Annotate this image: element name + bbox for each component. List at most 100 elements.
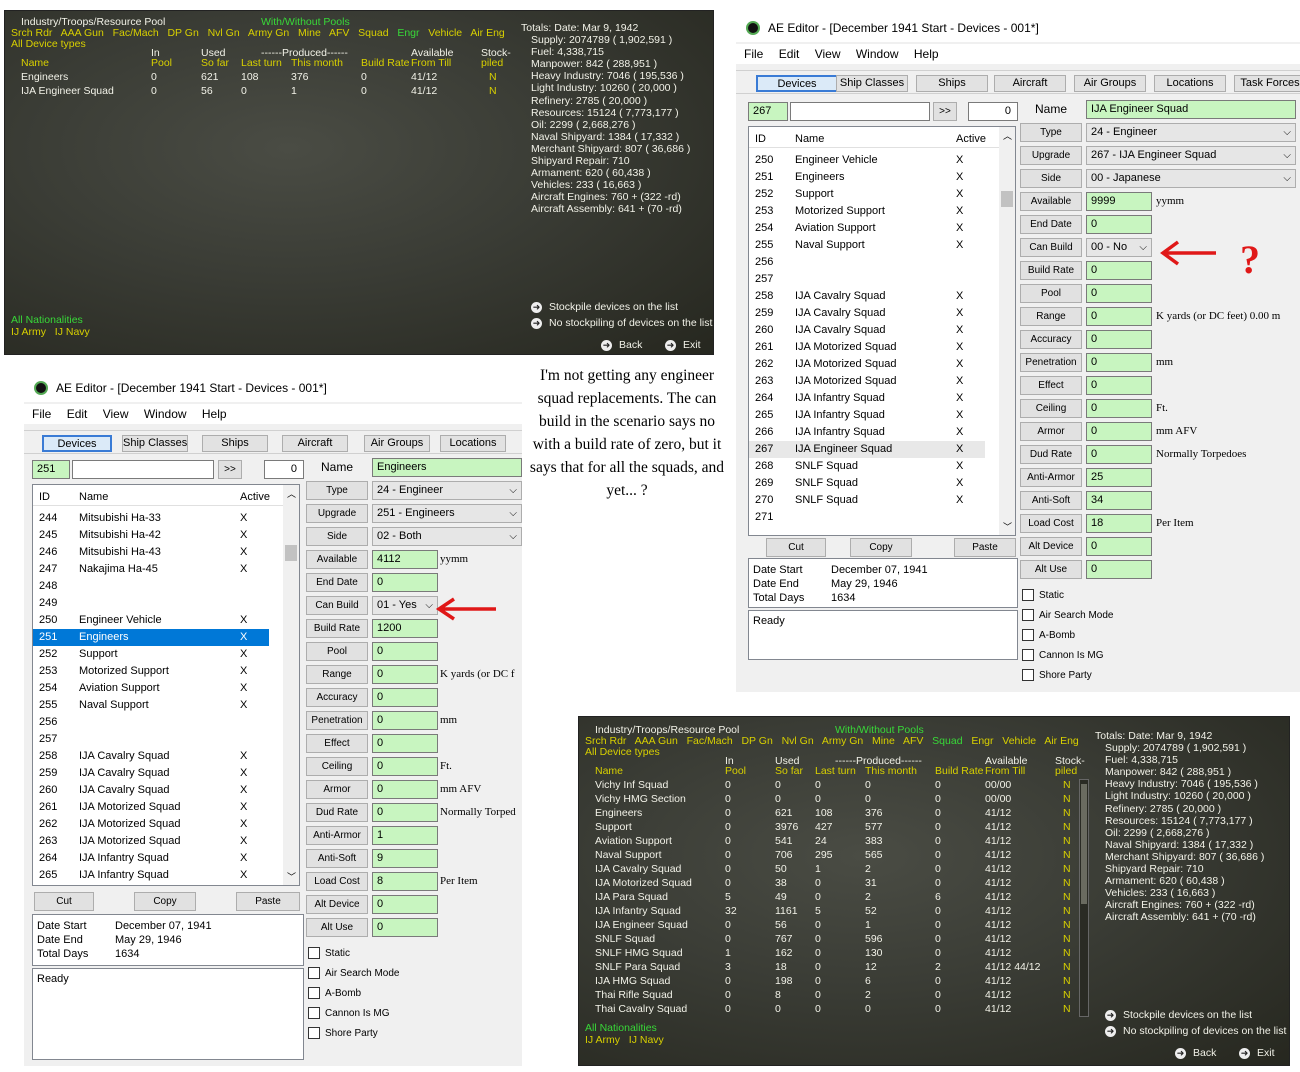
tab-devices[interactable]: Devices [756,75,838,92]
effect-field[interactable]: 0 [1086,376,1152,395]
cut-button[interactable]: Cut [766,538,826,557]
list-item[interactable]: 258 IJA Cavalry Squad X [749,288,985,305]
device-list[interactable]: ID Name Active 244 Mitsubishi Ha-33 X 245 Mits… [32,484,300,886]
table-row[interactable]: IJA HMG Squad 0 198 0 6 0 41/12 N [579,975,1089,989]
tab-locations[interactable]: Locations [1154,75,1226,92]
paste-button[interactable]: Paste [236,892,300,911]
checkbox-box[interactable] [1022,609,1034,622]
tab-air-groups[interactable]: Air Groups [364,435,430,452]
list-item[interactable]: 248 [33,578,269,595]
ceiling-field[interactable]: 0 [372,757,438,776]
list-item[interactable]: 263 IJA Motorized Squad X [749,373,985,390]
filter-army-gn[interactable]: Army Gn [248,27,289,39]
checkbox-box[interactable] [1022,649,1034,662]
goto-button[interactable]: >> [218,460,242,479]
col-header-sofar[interactable]: So far [775,765,803,777]
alt-device-field[interactable]: 0 [1086,537,1152,556]
filter-afv[interactable]: AFV [329,27,349,39]
anti-armor-field[interactable]: 25 [1086,468,1152,487]
range-field[interactable]: 0 [1086,307,1152,326]
tab-ships[interactable]: Ships [202,435,268,452]
list-item[interactable]: 244 Mitsubishi Ha-33 X [33,510,269,527]
checkbox-air-search-mode[interactable]: Air Search Mode [1022,609,1113,622]
accuracy-field[interactable]: 0 [1086,330,1152,349]
table-row[interactable]: IJA Engineer Squad 0 56 0 1 0 41/12 N [5,85,515,99]
menu-edit[interactable]: Edit [779,47,800,61]
load-cost-field[interactable]: 8 [372,872,438,891]
list-item[interactable]: 249 [33,595,269,612]
list-item[interactable]: 250 Engineer Vehicle X [33,612,269,629]
table-row[interactable]: IJA Motorized Squad 0 38 0 31 0 41/12 N [579,877,1089,891]
checkbox-box[interactable] [308,947,320,960]
list-item[interactable]: 252 Support X [749,186,985,203]
pool-field[interactable]: 0 [1086,284,1152,303]
dud-rate-field[interactable]: 0 [372,803,438,822]
end-date-field[interactable]: 0 [372,573,438,592]
list-item[interactable]: 246 Mitsubishi Ha-43 X [33,544,269,561]
list-item[interactable]: 265 IJA Infantry Squad X [749,407,985,424]
col-header-name[interactable]: Name [595,765,623,777]
chevron-up-icon[interactable]: ︿ [287,487,296,500]
list-item[interactable]: 262 IJA Motorized Squad X [749,356,985,373]
menu-view[interactable]: View [815,47,841,61]
anti-soft-field[interactable]: 9 [372,849,438,868]
filter-air-eng[interactable]: Air Eng [1044,735,1078,747]
checkbox-static[interactable]: Static [308,947,350,960]
filter-mine[interactable]: Mine [298,27,321,39]
filter-fac-mach[interactable]: Fac/Mach [113,27,159,39]
penetration-field[interactable]: 0 [372,711,438,730]
copy-button[interactable]: Copy [134,892,196,911]
list-item[interactable]: 264 IJA Infantry Squad X [749,390,985,407]
opt-no-stockpile[interactable]: ➜ No stockpiling of devices on the list [1105,1025,1286,1037]
list-scrollbar[interactable]: ︿ ﹀ [999,127,1015,535]
exit-button[interactable]: ➜ Exit [1239,1047,1275,1059]
list-item[interactable]: 266 IJA Infantry Squad X [749,424,985,441]
cut-button[interactable]: Cut [34,892,94,911]
nat-army[interactable]: IJ Army [585,1034,620,1046]
list-item[interactable]: 267 IJA Engineer Squad X [749,441,985,458]
filter-mine[interactable]: Mine [872,735,895,747]
checkbox-box[interactable] [1022,669,1034,682]
list-item[interactable]: 270 SNLF Squad X [749,492,985,509]
back-button[interactable]: ➜ Back [601,339,642,351]
list-item[interactable]: 255 Naval Support X [749,237,985,254]
type-field[interactable]: 24 - Engineer ⌵ [372,481,522,500]
filter-fac-mach[interactable]: Fac/Mach [687,735,733,747]
all-device-types[interactable]: All Device types [585,746,660,758]
load-cost-field[interactable]: 18 [1086,514,1152,533]
table-row[interactable]: IJA Cavalry Squad 0 50 1 2 0 41/12 N [579,863,1089,877]
list-item[interactable]: 252 Support X [33,646,269,663]
menu-window[interactable]: Window [856,47,899,61]
table-row[interactable]: Thai Cavalry Squad 0 0 0 0 0 41/12 N [579,1003,1089,1017]
chevron-down-icon[interactable]: ﹀ [1003,520,1012,533]
tab-ship-classes[interactable]: Ship Classes [122,435,188,452]
all-nationalities[interactable]: All Nationalities [11,314,83,326]
copy-button[interactable]: Copy [850,538,912,557]
col-header-buildrate[interactable]: Build Rate [935,765,983,777]
list-item[interactable]: 261 IJA Motorized Squad X [749,339,985,356]
effect-field[interactable]: 0 [372,734,438,753]
opt-stockpile[interactable]: ➜ Stockpile devices on the list [1105,1009,1252,1021]
scroll-thumb[interactable] [285,545,297,561]
list-item[interactable]: 245 Mitsubishi Ha-42 X [33,527,269,544]
accuracy-field[interactable]: 0 [372,688,438,707]
ceiling-field[interactable]: 0 [1086,399,1152,418]
game-list-scrollbar[interactable] [1079,779,1089,1017]
col-header-sofar[interactable]: So far [201,57,229,69]
filter-squad[interactable]: Squad [358,27,388,39]
col-header-pool[interactable]: Pool [725,765,746,777]
chevron-up-icon[interactable]: ︿ [1003,129,1012,142]
checkbox-static[interactable]: Static [1022,589,1064,602]
filter-squad[interactable]: Squad [932,735,962,747]
type-field[interactable]: 24 - Engineer ⌵ [1086,123,1296,142]
goto-text-field[interactable] [72,460,214,479]
tab-task-forces[interactable]: Task Forces [1234,75,1300,92]
exit-button[interactable]: ➜ Exit [665,339,701,351]
nat-navy[interactable]: IJ Navy [629,1034,664,1046]
menu-edit[interactable]: Edit [67,407,88,421]
goto-button[interactable]: >> [933,102,957,121]
table-row[interactable]: Aviation Support 0 541 24 383 0 41/12 N [579,835,1089,849]
col-header-name[interactable]: Name [21,57,49,69]
filter-engr[interactable]: Engr [397,27,419,39]
alt-use-field[interactable]: 0 [1086,560,1152,579]
